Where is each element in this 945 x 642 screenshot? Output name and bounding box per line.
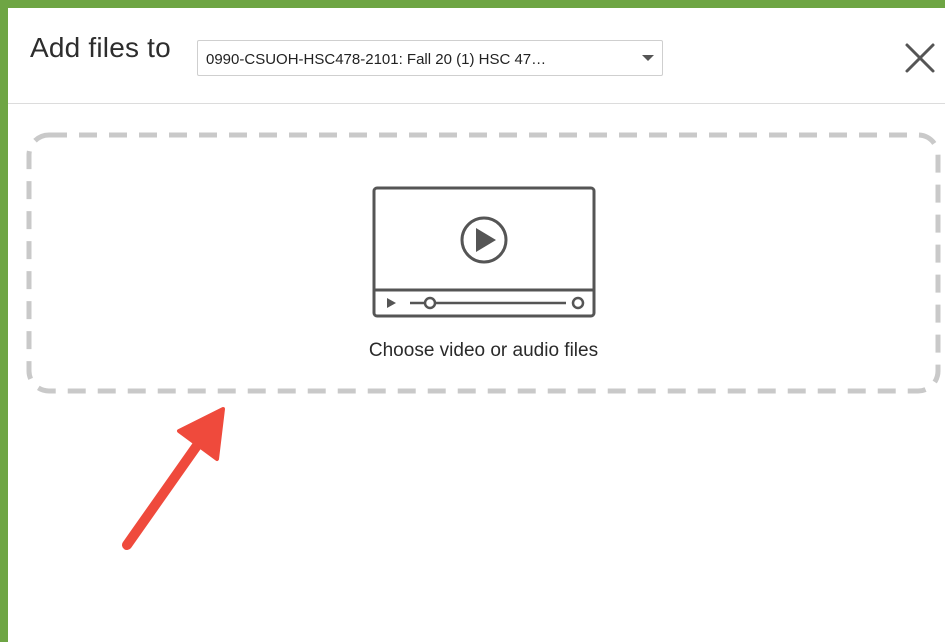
dropzone-label: Choose video or audio files (368, 340, 599, 361)
dialog-title: Add files to (30, 32, 171, 63)
chevron-down-icon (642, 55, 654, 61)
arrow-icon (122, 407, 225, 550)
window-frame: Add files to 0990-CSUOH-HSC478-2101: Fal… (0, 0, 945, 642)
close-icon (905, 43, 935, 73)
close-button[interactable] (900, 38, 940, 78)
file-dropzone[interactable]: Choose video or audio files (26, 132, 941, 394)
dialog-header: Add files to 0990-CSUOH-HSC478-2101: Fal… (8, 8, 945, 104)
destination-select-value: 0990-CSUOH-HSC478-2101: Fall 20 (1) HSC … (206, 51, 547, 68)
destination-select[interactable]: 0990-CSUOH-HSC478-2101: Fall 20 (1) HSC … (197, 40, 663, 76)
add-files-dialog: Add files to 0990-CSUOH-HSC478-2101: Fal… (8, 8, 945, 642)
video-player-icon (372, 186, 596, 318)
